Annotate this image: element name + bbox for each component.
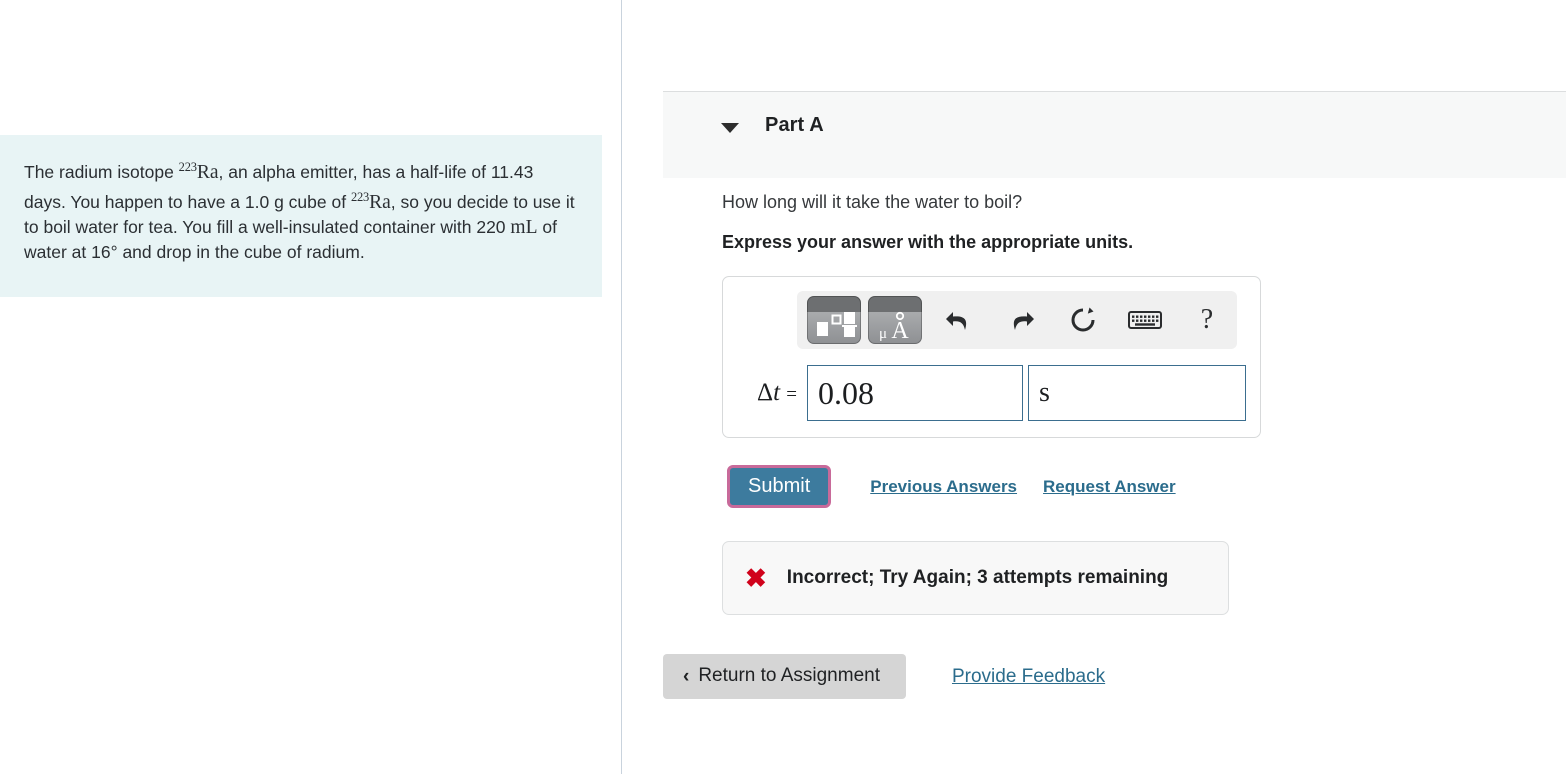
undo-icon[interactable]: [936, 297, 982, 343]
problem-text-segment-1: The radium isotope: [24, 161, 179, 182]
reset-icon[interactable]: [1060, 297, 1106, 343]
math-editor-toolbar: A μ ?: [797, 291, 1237, 349]
footer-actions: ‹ Return to Assignment Provide Feedback: [663, 654, 1105, 699]
keyboard-icon[interactable]: [1122, 297, 1168, 343]
degree-symbol: °: [110, 241, 118, 262]
feedback-message: Incorrect; Try Again; 3 attempts remaini…: [786, 567, 1169, 588]
help-icon-label: ?: [1200, 304, 1214, 335]
math-template-icon[interactable]: [807, 296, 861, 344]
problem-statement-text: The radium isotope 223Ra, an alpha emitt…: [24, 155, 580, 265]
request-answer-link[interactable]: Request Answer: [1043, 477, 1176, 497]
caret-down-icon[interactable]: [721, 123, 739, 133]
svg-text:A: A: [891, 318, 909, 344]
chevron-left-icon: ‹: [683, 665, 690, 687]
answer-entry-box: A μ ? Δt = 0.08 s: [722, 276, 1261, 438]
return-to-assignment-label: Return to Assignment: [698, 665, 880, 686]
answer-pane: Part A How long will it take the water t…: [623, 0, 1566, 774]
problem-text-segment-5: and drop in the cube of radium.: [117, 241, 365, 262]
answer-value-input[interactable]: 0.08: [807, 365, 1023, 421]
isotope-2-mass-number: 223: [350, 189, 370, 204]
answer-variable-label: Δt =: [757, 379, 797, 406]
question-text: How long will it take the water to boil?: [722, 192, 1023, 212]
feedback-banner: ✖ Incorrect; Try Again; 3 attempts remai…: [722, 541, 1229, 615]
equals-sign: =: [786, 384, 797, 405]
problem-page: The radium isotope 223Ra, an alpha emitt…: [0, 0, 1566, 774]
isotope-2-symbol: Ra: [369, 191, 391, 213]
part-a-body: How long will it take the water to boil?…: [722, 190, 1552, 615]
previous-answers-link[interactable]: Previous Answers: [870, 477, 1017, 497]
part-a-header[interactable]: Part A: [663, 91, 1566, 178]
isotope-2: 223Ra: [350, 189, 391, 213]
question-instruction: Express your answer with the appropriate…: [722, 232, 1134, 252]
answer-unit-input[interactable]: s: [1028, 365, 1246, 421]
help-icon[interactable]: ?: [1184, 297, 1230, 343]
isotope-1-symbol: Ra: [196, 161, 219, 183]
volume-unit: mL: [510, 216, 538, 238]
isotope-1: 223Ra: [178, 160, 219, 183]
problem-statement-pane: The radium isotope 223Ra, an alpha emitt…: [0, 0, 622, 774]
page-title: Part A: [765, 114, 824, 136]
return-to-assignment-button[interactable]: ‹ Return to Assignment: [663, 654, 906, 699]
x-mark-icon: ✖: [745, 563, 767, 593]
redo-icon[interactable]: [998, 297, 1044, 343]
provide-feedback-link[interactable]: Provide Feedback: [952, 666, 1105, 688]
answer-input-row: Δt = 0.08 s: [723, 365, 1260, 421]
isotope-1-mass-number: 223: [178, 160, 197, 174]
svg-text:μ: μ: [879, 326, 887, 342]
submit-button-wrapper: Submit: [722, 460, 837, 513]
submit-row: Submit Previous Answers Request Answer: [722, 460, 1552, 513]
units-angstrom-icon[interactable]: A μ: [868, 296, 922, 344]
problem-statement-box: The radium isotope 223Ra, an alpha emitt…: [0, 135, 602, 297]
submit-button[interactable]: Submit: [727, 465, 832, 508]
